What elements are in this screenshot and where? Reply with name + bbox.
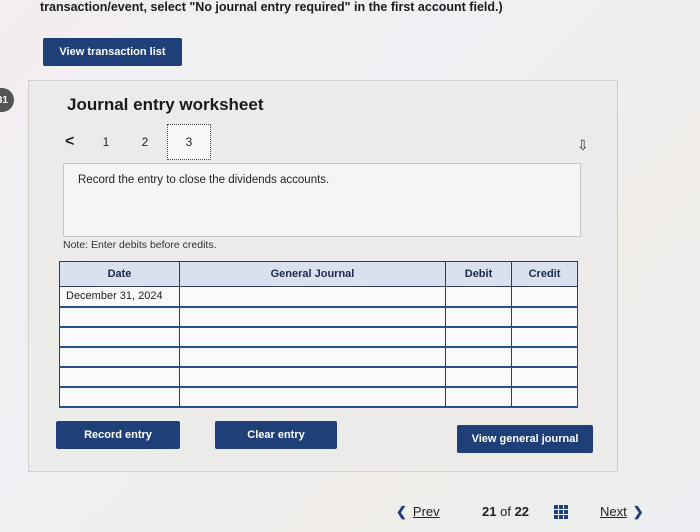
view-general-journal-button[interactable]: View general journal bbox=[457, 425, 593, 453]
clear-entry-button[interactable]: Clear entry bbox=[215, 421, 337, 449]
view-transaction-list-button[interactable]: View transaction list bbox=[43, 38, 182, 66]
record-entry-button[interactable]: Record entry bbox=[56, 421, 180, 449]
journal-entry-worksheet: Journal entry worksheet < 1 2 3 ⇩ Record… bbox=[28, 80, 618, 472]
date-cell bbox=[59, 306, 180, 328]
header-general-journal: General Journal bbox=[179, 261, 446, 287]
credit-input[interactable] bbox=[511, 286, 578, 308]
prompt-text: Record the entry to close the dividends … bbox=[78, 174, 330, 186]
chevron-left-icon: ❮ bbox=[396, 504, 407, 519]
debit-input[interactable] bbox=[445, 346, 512, 368]
question-number-badge: 31 bbox=[0, 88, 14, 112]
current-page: 21 bbox=[482, 504, 497, 519]
account-input[interactable] bbox=[179, 346, 446, 368]
header-credit: Credit bbox=[511, 261, 578, 287]
debit-input[interactable] bbox=[445, 326, 512, 348]
prompt-box: Record the entry to close the dividends … bbox=[63, 163, 581, 237]
date-cell bbox=[59, 346, 180, 368]
header-date: Date bbox=[59, 261, 180, 287]
of-label: of bbox=[500, 504, 511, 519]
date-cell bbox=[59, 326, 180, 348]
debit-input[interactable] bbox=[445, 286, 512, 308]
account-input[interactable] bbox=[179, 386, 446, 408]
credit-input[interactable] bbox=[511, 386, 578, 408]
credit-input[interactable] bbox=[511, 306, 578, 328]
date-cell: December 31, 2024 bbox=[59, 286, 180, 308]
account-input[interactable] bbox=[179, 326, 446, 348]
table-row: December 31, 2024 bbox=[59, 286, 578, 308]
page-2-tab[interactable]: 2 bbox=[123, 135, 167, 149]
debit-input[interactable] bbox=[445, 386, 512, 408]
header-debit: Debit bbox=[445, 261, 512, 287]
account-input[interactable] bbox=[179, 366, 446, 388]
chevron-left-icon[interactable]: < bbox=[65, 133, 89, 151]
journal-table: Date General Journal Debit Credit Decemb… bbox=[59, 261, 578, 408]
page-1-tab[interactable]: 1 bbox=[89, 135, 123, 149]
prev-label: Prev bbox=[412, 504, 440, 519]
account-input[interactable] bbox=[179, 286, 446, 308]
note-text: Note: Enter debits before credits. bbox=[63, 239, 217, 251]
date-cell bbox=[59, 366, 180, 388]
grid-icon[interactable] bbox=[554, 505, 568, 519]
table-row bbox=[59, 346, 578, 368]
credit-input[interactable] bbox=[511, 326, 578, 348]
worksheet-title: Journal entry worksheet bbox=[67, 95, 264, 114]
credit-input[interactable] bbox=[511, 366, 578, 388]
table-row bbox=[59, 366, 578, 388]
chevron-right-icon: ❯ bbox=[632, 504, 644, 519]
cursor-icon: ⇩ bbox=[577, 137, 589, 153]
next-link[interactable]: Next ❯ bbox=[600, 504, 644, 520]
date-cell bbox=[59, 386, 180, 408]
table-row bbox=[59, 386, 578, 408]
account-input[interactable] bbox=[179, 306, 446, 328]
prev-link[interactable]: ❮ Prev bbox=[396, 504, 440, 520]
page-counter: 21 of 22 bbox=[482, 504, 529, 519]
table-row bbox=[59, 306, 578, 328]
worksheet-pager: < 1 2 3 bbox=[65, 124, 211, 160]
debit-input[interactable] bbox=[445, 366, 512, 388]
instruction-text: transaction/event, select "No journal en… bbox=[40, 0, 503, 14]
next-label: Next bbox=[600, 504, 627, 519]
table-row bbox=[59, 326, 578, 348]
total-pages: 22 bbox=[514, 504, 530, 519]
page-3-tab[interactable]: 3 bbox=[167, 124, 211, 160]
debit-input[interactable] bbox=[445, 306, 512, 328]
credit-input[interactable] bbox=[511, 346, 578, 368]
